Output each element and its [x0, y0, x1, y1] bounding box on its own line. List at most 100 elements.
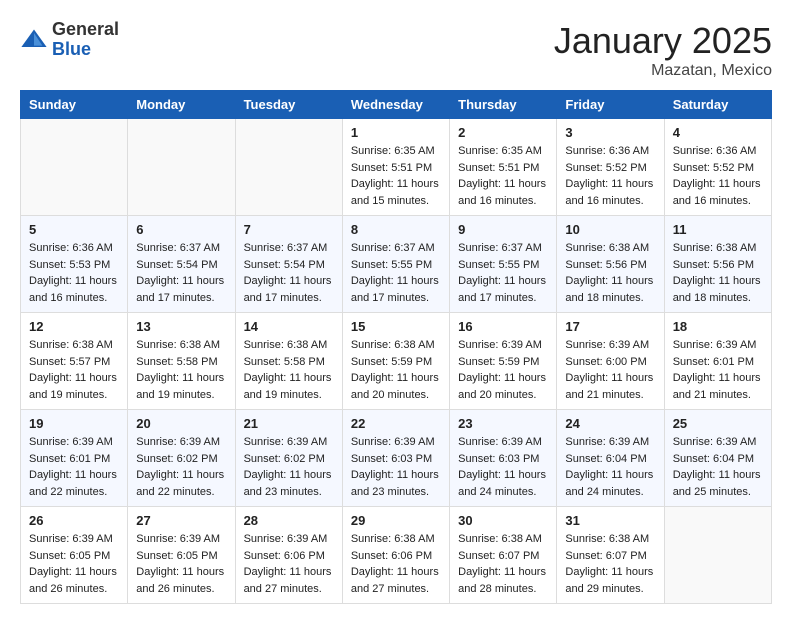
- day-number: 28: [244, 513, 334, 528]
- calendar-cell: 12Sunrise: 6:38 AMSunset: 5:57 PMDayligh…: [21, 313, 128, 410]
- calendar-cell: 9 Sunrise: 6:37 AMSunset: 5:55 PMDaylight…: [450, 216, 557, 313]
- day-number: 13: [136, 319, 226, 334]
- day-number: 26: [29, 513, 119, 528]
- calendar-cell: [235, 119, 342, 216]
- day-info: Sunrise: 6:39 AMSunset: 6:03 PMDaylight:…: [458, 434, 548, 500]
- day-number: 2: [458, 125, 548, 140]
- calendar-cell: 23 Sunrise: 6:39 AMSunset: 6:03 PMDayligh…: [450, 410, 557, 507]
- logo-icon: [20, 26, 48, 54]
- calendar-cell: 2 Sunrise: 6:35 AMSunset: 5:51 PMDaylight…: [450, 119, 557, 216]
- day-number: 14: [244, 319, 334, 334]
- day-of-week-header: Tuesday: [235, 91, 342, 119]
- calendar-week-row: 19 Sunrise: 6:39 AMSunset: 6:01 PMDayligh…: [21, 410, 772, 507]
- calendar-cell: [664, 507, 771, 604]
- day-number: 15: [351, 319, 441, 334]
- day-of-week-header: Thursday: [450, 91, 557, 119]
- day-info: Sunrise: 6:37 AMSunset: 5:55 PMDaylight:…: [351, 240, 441, 306]
- day-info: Sunrise: 6:35 AMSunset: 5:51 PMDaylight:…: [458, 143, 548, 209]
- day-number: 25: [673, 416, 763, 431]
- day-info: Sunrise: 6:39 AMSunset: 6:03 PMDaylight:…: [351, 434, 441, 500]
- calendar-cell: 8Sunrise: 6:37 AMSunset: 5:55 PMDaylight…: [342, 216, 449, 313]
- day-number: 29: [351, 513, 441, 528]
- day-number: 1: [351, 125, 441, 140]
- day-number: 3: [565, 125, 655, 140]
- day-number: 6: [136, 222, 226, 237]
- day-number: 31: [565, 513, 655, 528]
- location: Mazatan, Mexico: [554, 62, 772, 80]
- day-number: 4: [673, 125, 763, 140]
- day-info: Sunrise: 6:37 AMSunset: 5:54 PMDaylight:…: [244, 240, 334, 306]
- calendar-cell: 22 Sunrise: 6:39 AMSunset: 6:03 PMDayligh…: [342, 410, 449, 507]
- logo-text: General Blue: [52, 20, 119, 60]
- day-of-week-header: Monday: [128, 91, 235, 119]
- calendar-table: SundayMondayTuesdayWednesdayThursdayFrid…: [20, 90, 772, 604]
- day-info: Sunrise: 6:38 AMSunset: 6:06 PMDaylight:…: [351, 531, 441, 597]
- calendar-cell: 3 Sunrise: 6:36 AMSunset: 5:52 PMDaylight…: [557, 119, 664, 216]
- page-header: General Blue January 2025 Mazatan, Mexic…: [20, 20, 772, 80]
- day-of-week-header: Sunday: [21, 91, 128, 119]
- day-info: Sunrise: 6:35 AMSunset: 5:51 PMDaylight:…: [351, 143, 441, 209]
- calendar-cell: 24Sunrise: 6:39 AMSunset: 6:04 PMDayligh…: [557, 410, 664, 507]
- day-info: Sunrise: 6:39 AMSunset: 5:59 PMDaylight:…: [458, 337, 548, 403]
- logo-general: General: [52, 19, 119, 39]
- calendar-cell: 29 Sunrise: 6:38 AMSunset: 6:06 PMDayligh…: [342, 507, 449, 604]
- calendar-cell: 25 Sunrise: 6:39 AMSunset: 6:04 PMDayligh…: [664, 410, 771, 507]
- day-info: Sunrise: 6:39 AMSunset: 6:04 PMDaylight:…: [565, 434, 655, 500]
- month-title: January 2025: [554, 20, 772, 62]
- calendar-cell: 1 Sunrise: 6:35 AMSunset: 5:51 PMDaylight…: [342, 119, 449, 216]
- day-info: Sunrise: 6:38 AMSunset: 5:56 PMDaylight:…: [673, 240, 763, 306]
- calendar-cell: [128, 119, 235, 216]
- calendar-week-row: 1 Sunrise: 6:35 AMSunset: 5:51 PMDaylight…: [21, 119, 772, 216]
- day-number: 22: [351, 416, 441, 431]
- calendar-cell: 19 Sunrise: 6:39 AMSunset: 6:01 PMDayligh…: [21, 410, 128, 507]
- day-info: Sunrise: 6:39 AMSunset: 6:01 PMDaylight:…: [673, 337, 763, 403]
- calendar-cell: 5Sunrise: 6:36 AMSunset: 5:53 PMDaylight…: [21, 216, 128, 313]
- calendar-cell: 15 Sunrise: 6:38 AMSunset: 5:59 PMDayligh…: [342, 313, 449, 410]
- calendar-week-row: 26 Sunrise: 6:39 AMSunset: 6:05 PMDayligh…: [21, 507, 772, 604]
- calendar-cell: 30Sunrise: 6:38 AMSunset: 6:07 PMDayligh…: [450, 507, 557, 604]
- day-number: 23: [458, 416, 548, 431]
- day-info: Sunrise: 6:38 AMSunset: 6:07 PMDaylight:…: [565, 531, 655, 597]
- title-block: January 2025 Mazatan, Mexico: [554, 20, 772, 80]
- day-info: Sunrise: 6:38 AMSunset: 5:56 PMDaylight:…: [565, 240, 655, 306]
- calendar-cell: 6 Sunrise: 6:37 AMSunset: 5:54 PMDaylight…: [128, 216, 235, 313]
- day-info: Sunrise: 6:37 AMSunset: 5:55 PMDaylight:…: [458, 240, 548, 306]
- calendar-cell: 21 Sunrise: 6:39 AMSunset: 6:02 PMDayligh…: [235, 410, 342, 507]
- day-info: Sunrise: 6:36 AMSunset: 5:52 PMDaylight:…: [673, 143, 763, 209]
- day-number: 9: [458, 222, 548, 237]
- day-info: Sunrise: 6:37 AMSunset: 5:54 PMDaylight:…: [136, 240, 226, 306]
- day-number: 19: [29, 416, 119, 431]
- calendar-cell: 18Sunrise: 6:39 AMSunset: 6:01 PMDayligh…: [664, 313, 771, 410]
- day-info: Sunrise: 6:39 AMSunset: 6:06 PMDaylight:…: [244, 531, 334, 597]
- day-info: Sunrise: 6:38 AMSunset: 5:58 PMDaylight:…: [136, 337, 226, 403]
- calendar-cell: 7 Sunrise: 6:37 AMSunset: 5:54 PMDaylight…: [235, 216, 342, 313]
- calendar-cell: 26Sunrise: 6:39 AMSunset: 6:05 PMDayligh…: [21, 507, 128, 604]
- calendar-cell: 14Sunrise: 6:38 AMSunset: 5:58 PMDayligh…: [235, 313, 342, 410]
- day-info: Sunrise: 6:39 AMSunset: 6:02 PMDaylight:…: [136, 434, 226, 500]
- day-info: Sunrise: 6:39 AMSunset: 6:05 PMDaylight:…: [136, 531, 226, 597]
- day-number: 11: [673, 222, 763, 237]
- day-number: 27: [136, 513, 226, 528]
- day-number: 5: [29, 222, 119, 237]
- calendar-cell: 13 Sunrise: 6:38 AMSunset: 5:58 PMDayligh…: [128, 313, 235, 410]
- day-of-week-header: Wednesday: [342, 91, 449, 119]
- day-info: Sunrise: 6:39 AMSunset: 6:02 PMDaylight:…: [244, 434, 334, 500]
- calendar-week-row: 5Sunrise: 6:36 AMSunset: 5:53 PMDaylight…: [21, 216, 772, 313]
- day-info: Sunrise: 6:36 AMSunset: 5:52 PMDaylight:…: [565, 143, 655, 209]
- day-info: Sunrise: 6:38 AMSunset: 5:59 PMDaylight:…: [351, 337, 441, 403]
- day-number: 7: [244, 222, 334, 237]
- calendar-cell: [21, 119, 128, 216]
- day-info: Sunrise: 6:39 AMSunset: 6:04 PMDaylight:…: [673, 434, 763, 500]
- day-info: Sunrise: 6:39 AMSunset: 6:01 PMDaylight:…: [29, 434, 119, 500]
- calendar-cell: 17Sunrise: 6:39 AMSunset: 6:00 PMDayligh…: [557, 313, 664, 410]
- day-of-week-header: Saturday: [664, 91, 771, 119]
- day-number: 16: [458, 319, 548, 334]
- day-number: 30: [458, 513, 548, 528]
- day-info: Sunrise: 6:39 AMSunset: 6:00 PMDaylight:…: [565, 337, 655, 403]
- day-number: 21: [244, 416, 334, 431]
- day-number: 12: [29, 319, 119, 334]
- day-number: 20: [136, 416, 226, 431]
- calendar-cell: 4 Sunrise: 6:36 AMSunset: 5:52 PMDaylight…: [664, 119, 771, 216]
- calendar-cell: 20 Sunrise: 6:39 AMSunset: 6:02 PMDayligh…: [128, 410, 235, 507]
- calendar-cell: 28 Sunrise: 6:39 AMSunset: 6:06 PMDayligh…: [235, 507, 342, 604]
